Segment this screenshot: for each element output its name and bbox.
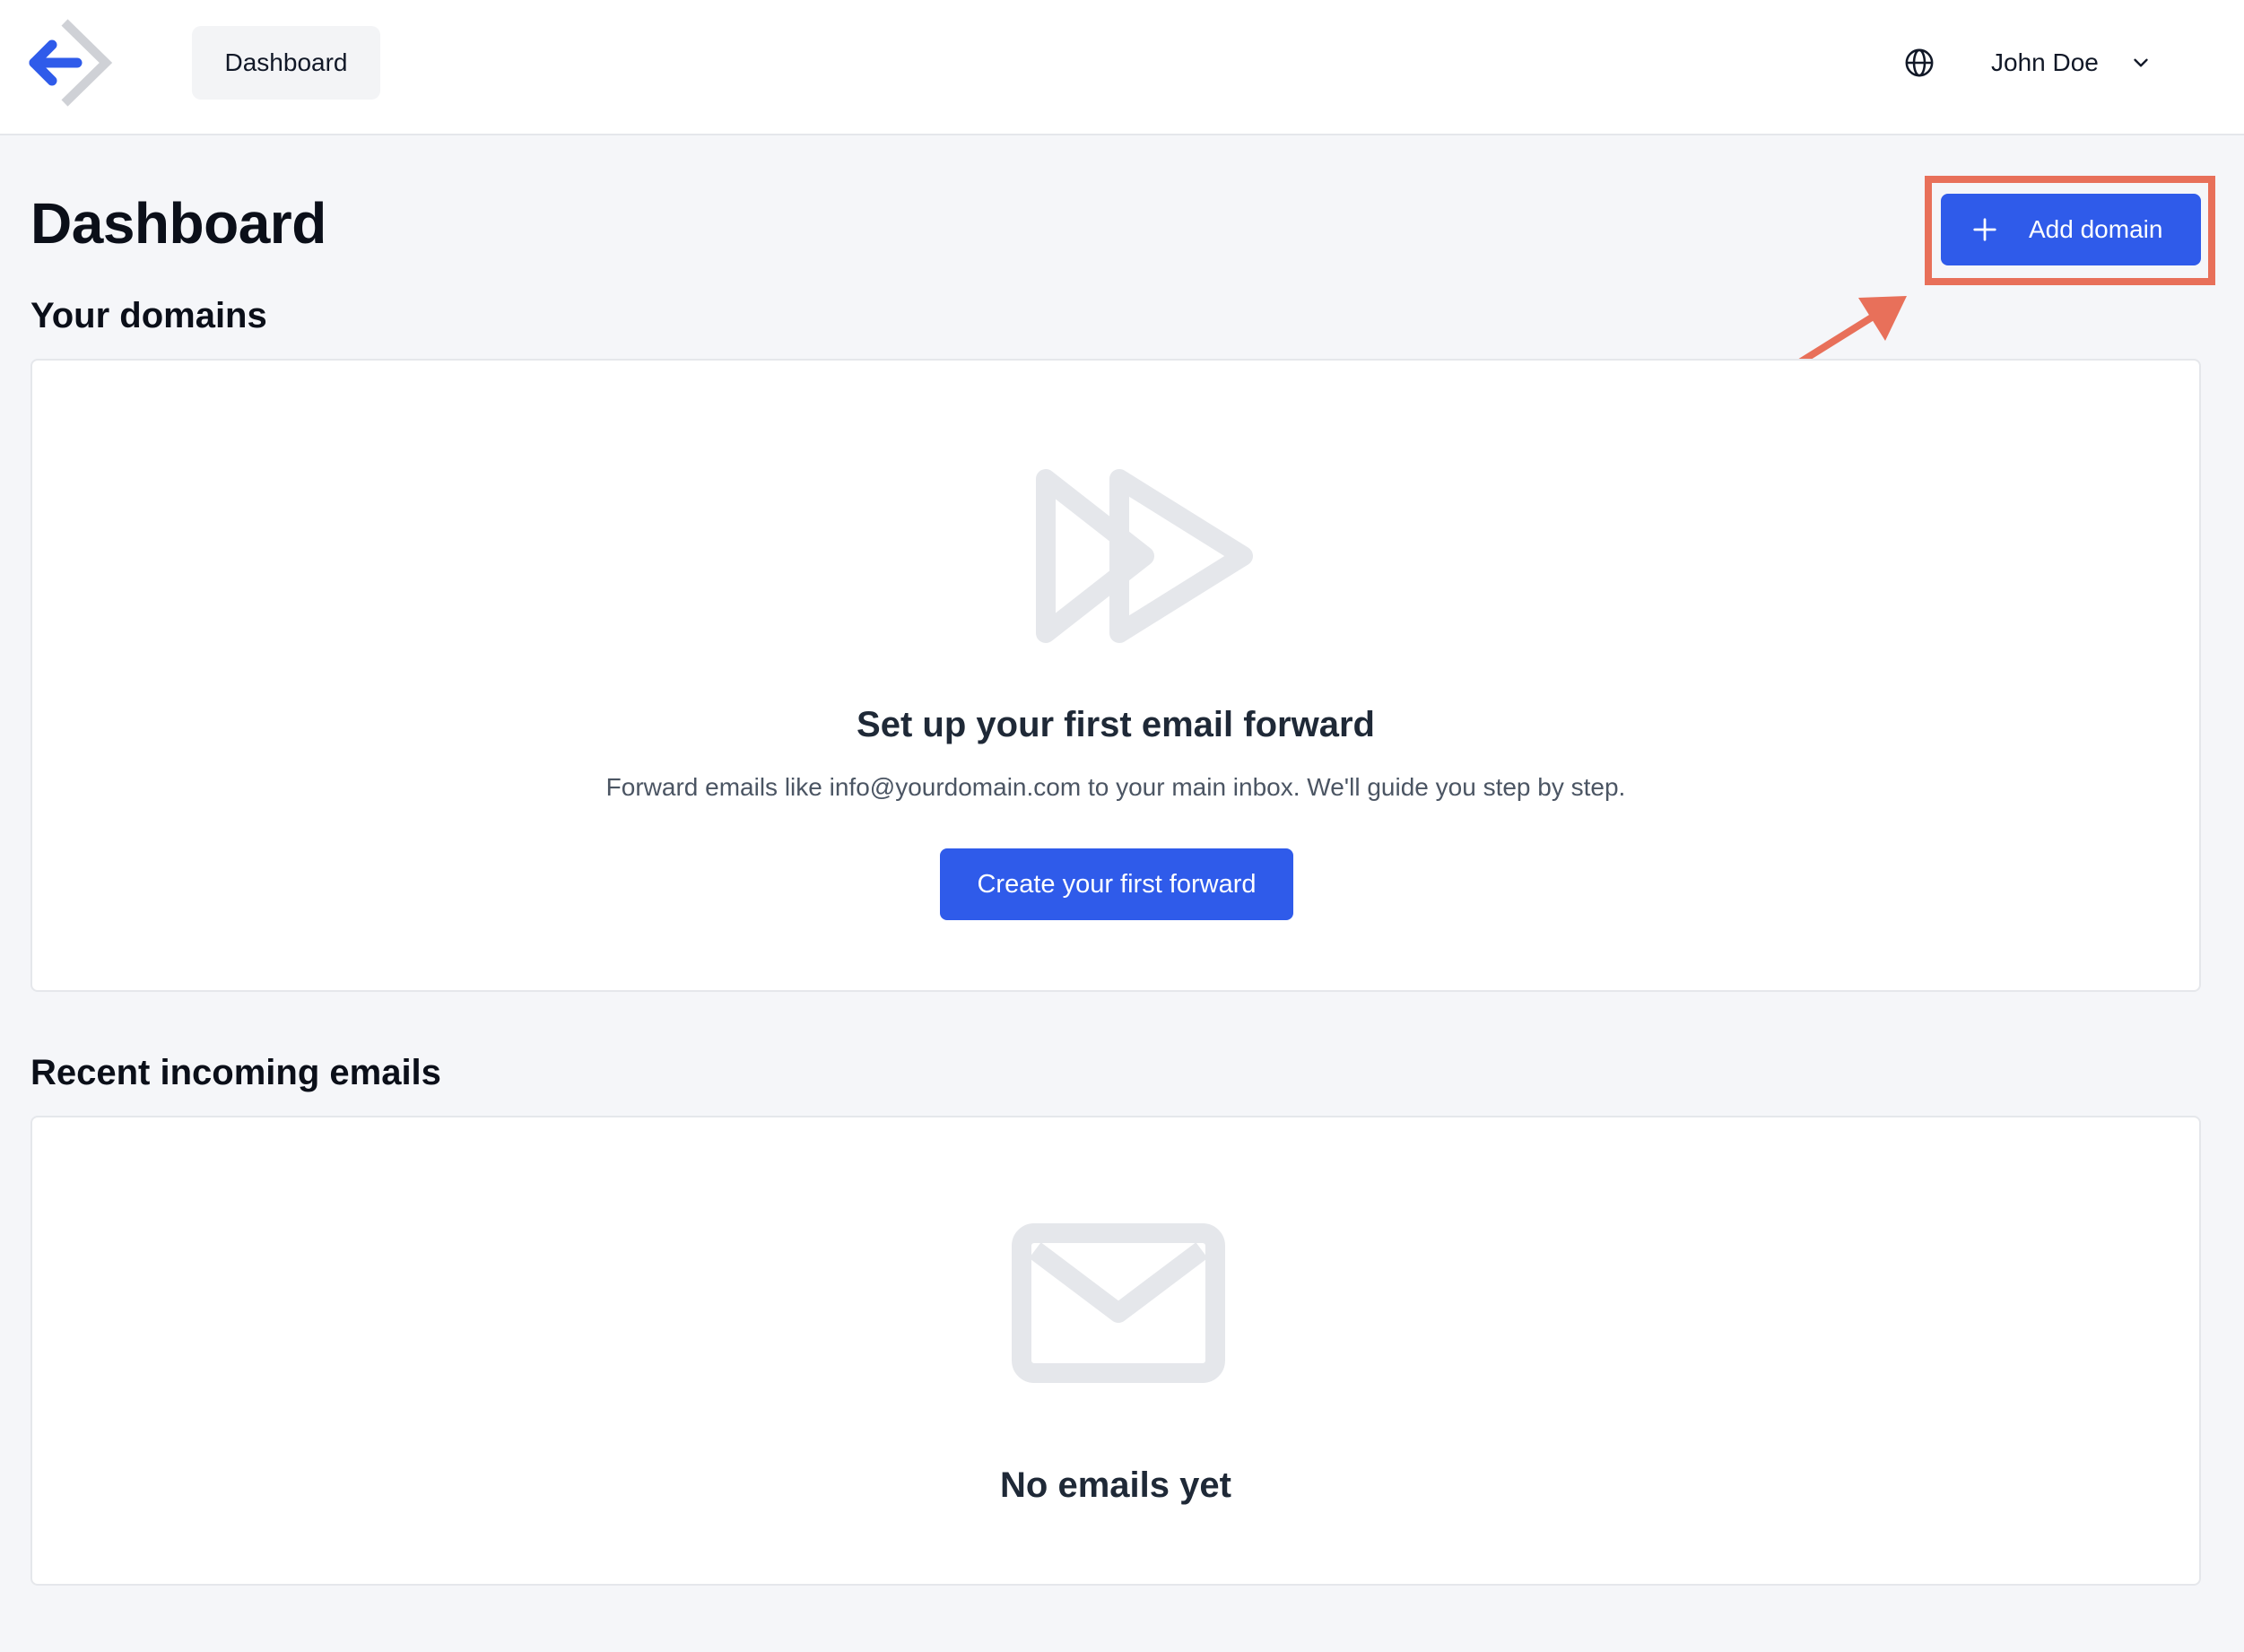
chevron-down-icon bbox=[2129, 51, 2153, 74]
nav-tab-dashboard[interactable]: Dashboard bbox=[192, 26, 380, 100]
emails-empty-title: No emails yet bbox=[1000, 1465, 1231, 1505]
language-button[interactable] bbox=[1901, 45, 1937, 81]
emails-section-title: Recent incoming emails bbox=[30, 1053, 441, 1092]
nav-tab-label: Dashboard bbox=[224, 48, 348, 76]
domains-empty-description: Forward emails like info@yourdomain.com … bbox=[605, 773, 1626, 801]
page-title: Dashboard bbox=[30, 191, 326, 256]
fast-forward-icon bbox=[1036, 469, 1253, 643]
mail-icon bbox=[1012, 1223, 1225, 1383]
create-first-forward-button[interactable]: Create your first forward bbox=[940, 848, 1293, 920]
domains-empty-state-card: Set up your first email forward Forward … bbox=[30, 359, 2201, 992]
create-first-forward-label: Create your first forward bbox=[977, 869, 1257, 899]
top-navigation: Dashboard John Doe bbox=[0, 0, 2244, 135]
globe-icon bbox=[1905, 48, 1934, 77]
domains-empty-title: Set up your first email forward bbox=[857, 705, 1375, 744]
emails-empty-state-card: No emails yet bbox=[30, 1116, 2201, 1586]
app-logo-icon[interactable] bbox=[29, 18, 122, 108]
user-menu[interactable]: John Doe bbox=[1991, 36, 2153, 90]
user-name: John Doe bbox=[1991, 48, 2099, 76]
annotation-highlight-box bbox=[1925, 176, 2215, 285]
domains-section-title: Your domains bbox=[30, 296, 267, 335]
